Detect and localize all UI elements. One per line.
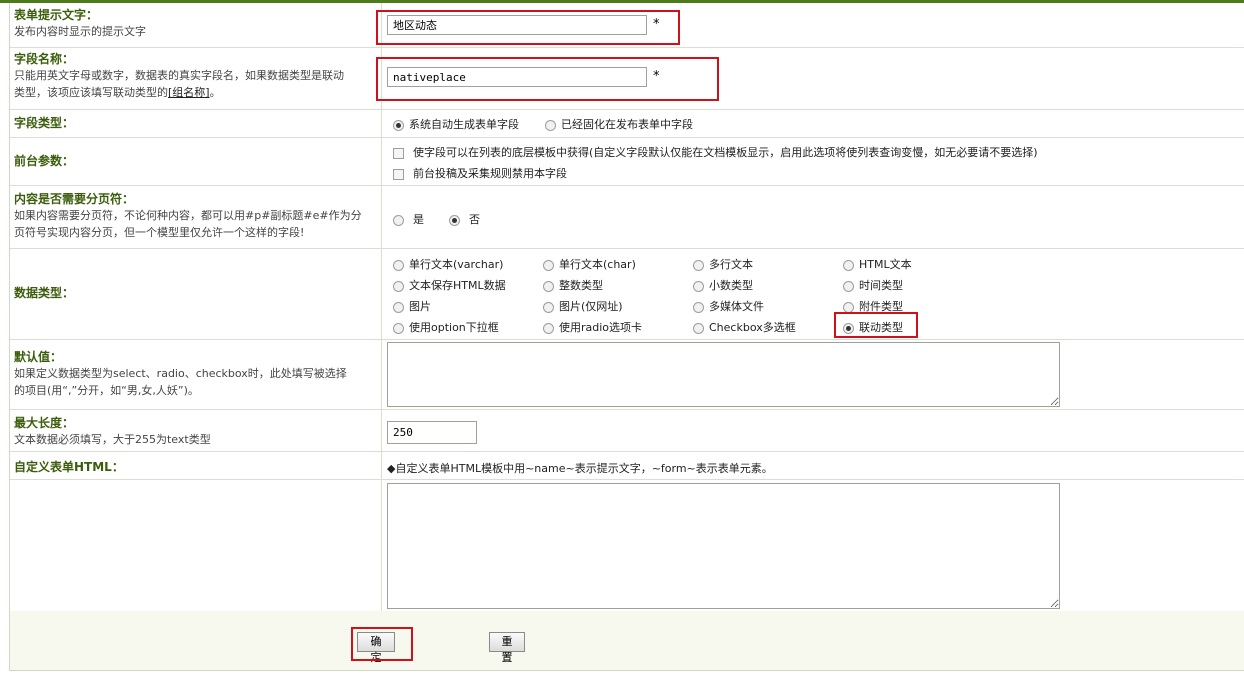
row-field-type: 字段类型： 系统自动生成表单字段 已经固化在发布表单中字段 xyxy=(10,109,1244,138)
highlight-box xyxy=(834,312,918,338)
radio-button[interactable] xyxy=(693,322,704,334)
field-type-label: 字段类型： xyxy=(14,116,75,130)
max-length-input[interactable] xyxy=(387,421,477,444)
checkbox[interactable] xyxy=(393,147,404,159)
row-max-length: 最大长度： 文本数据必须填写，大于255为text类型 xyxy=(10,409,1244,452)
data-type-option[interactable]: 多行文本 xyxy=(693,256,753,272)
disable-submission-option[interactable]: 前台投稿及采集规则禁用本字段 xyxy=(393,165,567,181)
radio-button[interactable] xyxy=(393,214,404,226)
data-type-option[interactable]: 文本保存HTML数据 xyxy=(393,277,506,293)
radio-button[interactable] xyxy=(543,259,554,271)
row-custom-html: 自定义表单HTML： ◆自定义表单HTML模板中用~name~表示提示文字，~f… xyxy=(10,451,1244,480)
radio-button[interactable] xyxy=(843,259,854,271)
row-front-params: 前台参数： 使字段可以在列表的底层模板中获得(自定义字段默认仅能在文档模板显示，… xyxy=(10,137,1244,186)
data-type-option[interactable]: 图片(仅网址) xyxy=(543,298,623,314)
default-value-hint-line2: 的项目(用“,”分开，如“男,女,人妖”)。 xyxy=(14,384,199,397)
reset-button[interactable]: 重置 xyxy=(489,632,525,664)
pagination-hint-line1: 如果内容需要分页符，不论何种内容，都可以用#p#副标题#e#作为分 xyxy=(14,209,362,222)
default-value-label: 默认值： xyxy=(14,350,63,364)
data-type-option[interactable]: 图片 xyxy=(393,298,431,314)
radio-button[interactable] xyxy=(393,259,404,271)
radio-button[interactable] xyxy=(693,301,704,313)
radio-button[interactable] xyxy=(543,322,554,334)
custom-html-textarea[interactable] xyxy=(387,483,1060,609)
radio-button[interactable] xyxy=(449,214,460,226)
radio-button[interactable] xyxy=(693,259,704,271)
default-value-hint-line1: 如果定义数据类型为select、radio、checkbox时，此处填写被选择 xyxy=(14,367,347,380)
custom-html-label: 自定义表单HTML： xyxy=(14,460,124,474)
field-name-label: 字段名称： xyxy=(14,52,75,66)
front-params-label: 前台参数： xyxy=(14,154,75,168)
field-name-hint-line2: 类型，该项应该填写联动类型的[组名称]。 xyxy=(14,86,221,99)
field-edit-form: 表单提示文字： 发布内容时显示的提示文字 * 字段名称： 只能用英文字母或数字，… xyxy=(9,3,1244,671)
data-type-label: 数据类型： xyxy=(14,286,75,300)
field-name-hint-line1: 只能用英文字母或数字，数据表的真实字段名，如果数据类型是联动 xyxy=(14,69,344,82)
radio-button[interactable] xyxy=(393,280,404,292)
field-type-auto-option[interactable]: 系统自动生成表单字段 xyxy=(393,116,519,132)
data-type-option[interactable]: Checkbox多选框 xyxy=(693,319,796,335)
radio-button[interactable] xyxy=(545,119,556,131)
row-default-value: 默认值： 如果定义数据类型为select、radio、checkbox时，此处填… xyxy=(10,339,1244,410)
default-value-textarea[interactable] xyxy=(387,342,1060,407)
data-type-option[interactable]: 单行文本(varchar) xyxy=(393,256,503,272)
data-type-option[interactable]: HTML文本 xyxy=(843,256,912,272)
row-custom-html-editor xyxy=(10,479,1244,611)
max-length-label: 最大长度： xyxy=(14,416,75,430)
list-template-option[interactable]: 使字段可以在列表的底层模板中获得(自定义字段默认仅能在文档模板显示，启用此选项将… xyxy=(393,144,1038,160)
field-type-fixed-option[interactable]: 已经固化在发布表单中字段 xyxy=(545,116,693,132)
pagination-no-option[interactable]: 否 xyxy=(449,211,480,227)
max-length-hint: 文本数据必须填写，大于255为text类型 xyxy=(14,433,211,446)
radio-button[interactable] xyxy=(393,301,404,313)
row-data-type: 数据类型： 单行文本(varchar) 单行文本(char) 多行文本 HTML… xyxy=(10,248,1244,340)
group-name-link[interactable]: [组名称] xyxy=(168,86,210,99)
radio-button[interactable] xyxy=(543,280,554,292)
radio-button[interactable] xyxy=(843,301,854,313)
custom-html-note: ◆自定义表单HTML模板中用~name~表示提示文字，~form~表示表单元素。 xyxy=(387,462,773,475)
data-type-option[interactable]: 多媒体文件 xyxy=(693,298,764,314)
radio-button[interactable] xyxy=(393,322,404,334)
data-type-option[interactable]: 时间类型 xyxy=(843,277,903,293)
data-type-options: 单行文本(varchar) 单行文本(char) 多行文本 HTML文本 文本保… xyxy=(383,248,1244,339)
data-type-option[interactable]: 小数类型 xyxy=(693,277,753,293)
data-type-option[interactable]: 使用radio选项卡 xyxy=(543,319,642,335)
checkbox[interactable] xyxy=(393,168,404,180)
form-footer: 确定 重置 xyxy=(10,611,1244,670)
highlight-box xyxy=(376,10,680,45)
radio-button[interactable] xyxy=(693,280,704,292)
radio-button[interactable] xyxy=(843,280,854,292)
data-type-option[interactable]: 使用option下拉框 xyxy=(393,319,499,335)
form-prompt-hint: 发布内容时显示的提示文字 xyxy=(14,25,146,38)
form-prompt-label: 表单提示文字： xyxy=(14,8,99,22)
data-type-option[interactable]: 单行文本(char) xyxy=(543,256,636,272)
radio-button[interactable] xyxy=(543,301,554,313)
data-type-option[interactable]: 整数类型 xyxy=(543,277,603,293)
row-pagination: 内容是否需要分页符： 如果内容需要分页符，不论何种内容，都可以用#p#副标题#e… xyxy=(10,185,1244,249)
pagination-hint-line2: 页符号实现内容分页，但一个模型里仅允许一个这样的字段! xyxy=(14,226,305,239)
pagination-yes-option[interactable]: 是 xyxy=(393,211,424,227)
highlight-box xyxy=(351,627,413,661)
radio-button[interactable] xyxy=(393,119,404,131)
pagination-label: 内容是否需要分页符： xyxy=(14,192,135,206)
highlight-box xyxy=(376,57,719,101)
